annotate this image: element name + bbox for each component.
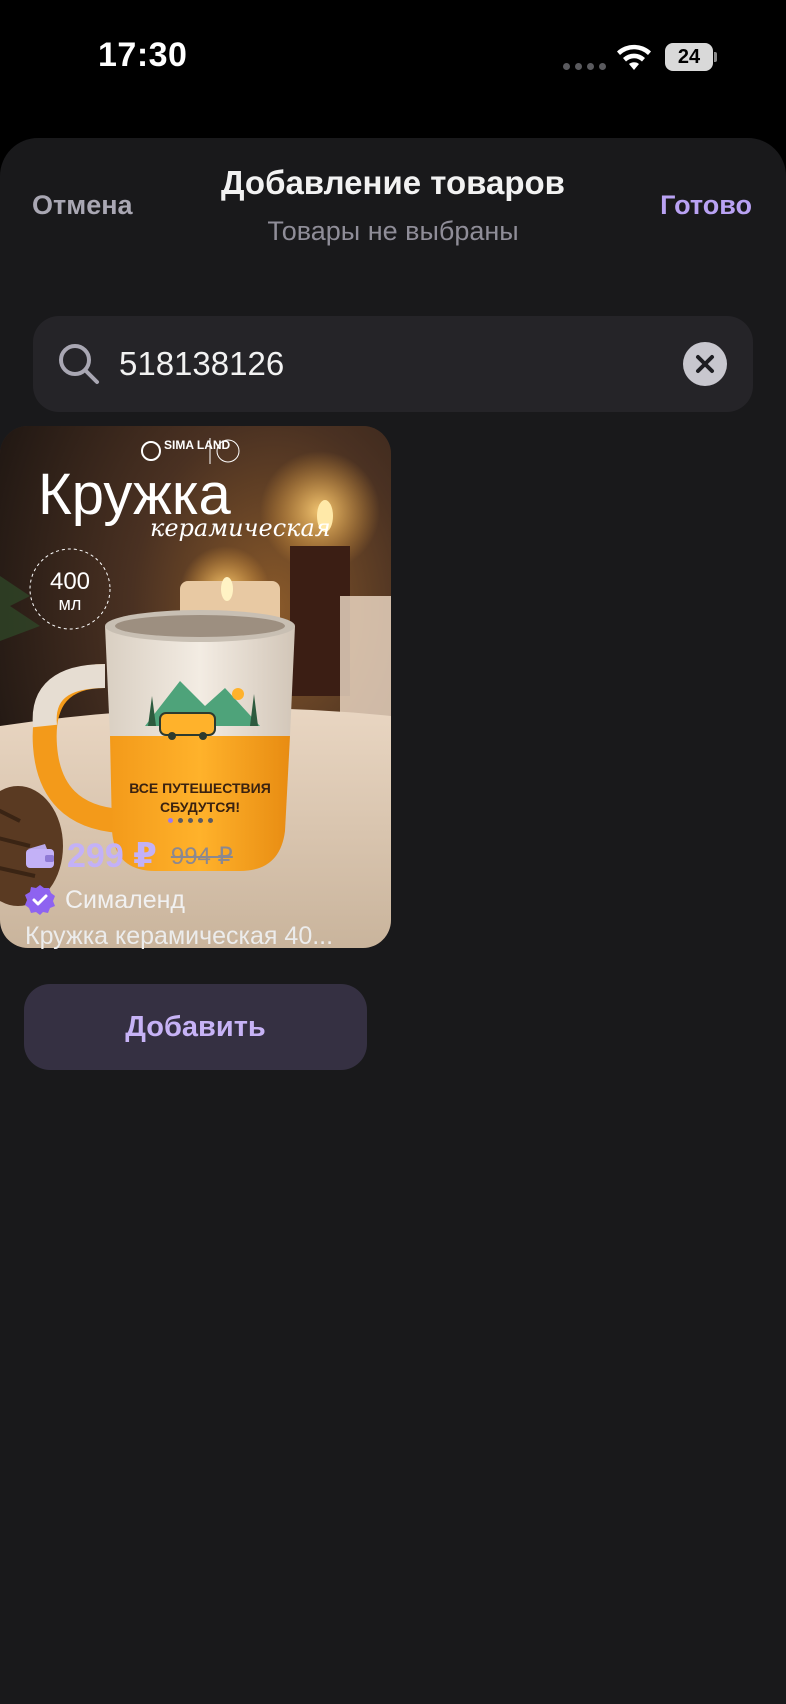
search-icon xyxy=(59,344,99,384)
image-pager xyxy=(168,818,213,823)
status-bar: 17:30 24 xyxy=(0,0,786,120)
price-row: 299 ₽ 994 ₽ xyxy=(25,836,233,876)
add-button[interactable]: Добавить xyxy=(24,984,367,1070)
battery-level: 24 xyxy=(665,43,713,71)
close-icon xyxy=(696,355,714,373)
volume-value: 400 xyxy=(50,568,90,595)
price-current: 299 ₽ xyxy=(67,837,157,875)
search-box[interactable] xyxy=(33,316,753,412)
mug-text-line2: СБУДУТСЯ! xyxy=(160,799,240,815)
seller-name: Сималенд xyxy=(65,885,185,914)
pager-dot xyxy=(198,818,203,823)
clear-search-button[interactable] xyxy=(683,342,727,386)
pager-dot xyxy=(168,818,173,823)
price-old: 994 ₽ xyxy=(170,842,233,870)
pager-dot xyxy=(208,818,213,823)
brand-logo: SIMA LAND xyxy=(164,438,231,452)
verified-badge-icon xyxy=(25,885,55,915)
status-time: 17:30 xyxy=(98,36,188,74)
mug-text-line1: ВСЕ ПУТЕШЕСТВИЯ xyxy=(129,780,271,796)
search-input[interactable] xyxy=(119,336,679,392)
pager-dot xyxy=(178,818,183,823)
cellular-signal-icon xyxy=(563,63,606,70)
product-title[interactable]: Кружка керамическая 40... xyxy=(25,922,365,951)
battery-icon: 24 xyxy=(665,43,717,71)
add-products-sheet: Отмена Добавление товаров Товары не выбр… xyxy=(0,138,786,1704)
pager-dot xyxy=(188,818,193,823)
seller-row[interactable]: Сималенд xyxy=(24,882,185,918)
volume-unit: мл xyxy=(59,594,82,614)
done-button[interactable]: Готово xyxy=(660,190,752,221)
image-headline-sub: керамическая xyxy=(150,514,331,542)
wifi-icon xyxy=(617,44,651,70)
wallet-icon xyxy=(26,844,54,868)
